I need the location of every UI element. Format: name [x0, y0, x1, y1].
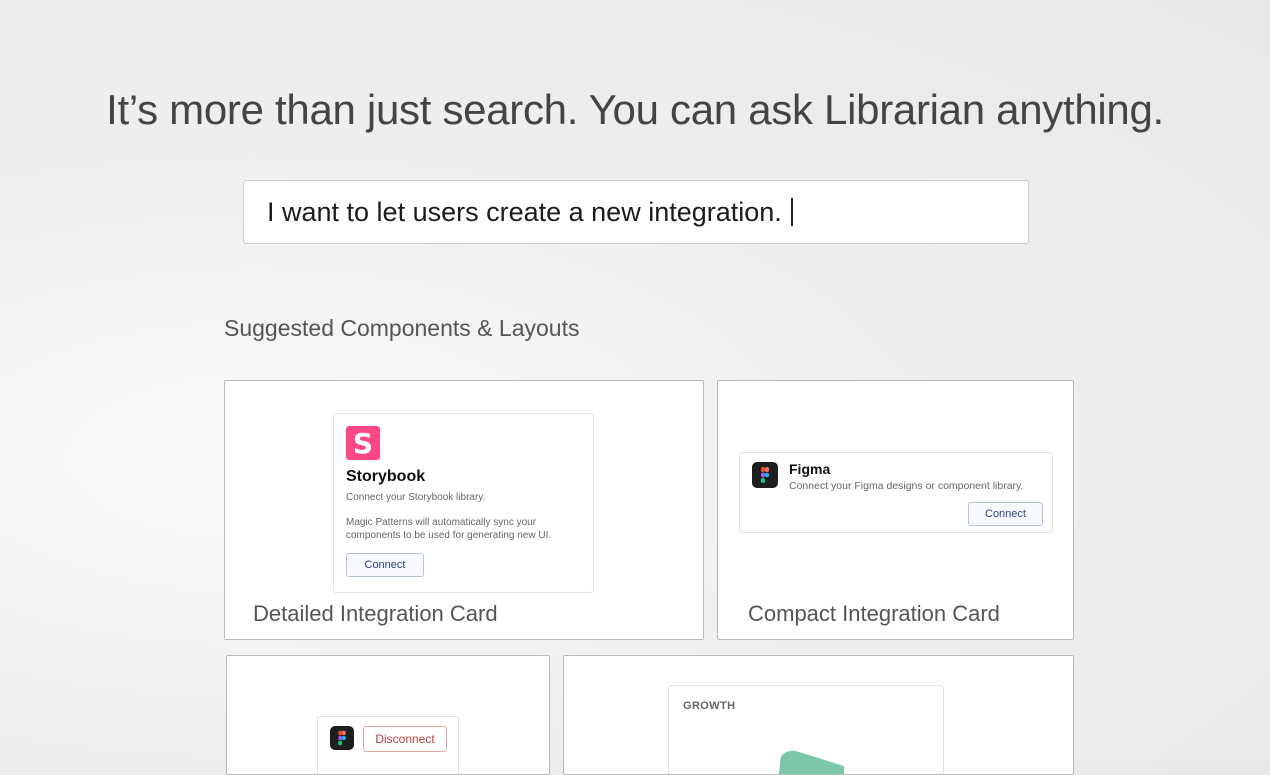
section-title: Suggested Components & Layouts	[224, 315, 580, 341]
figma-subtitle: Connect your Figma designs or component …	[789, 480, 1024, 492]
figma-preview: Figma Connect your Figma designs or comp…	[739, 452, 1053, 533]
storybook-description-line: Magic Patterns will automatically sync y…	[346, 517, 537, 528]
text-caret	[790, 198, 793, 226]
growth-card[interactable]: GROWTH	[563, 655, 1074, 775]
storybook-icon: S	[346, 426, 380, 460]
storybook-description: Magic Patterns will automatically sync y…	[346, 516, 581, 542]
page-headline: It’s more than just search. You can ask …	[106, 86, 1164, 133]
storybook-description-line: components to be used for generating new…	[346, 530, 552, 541]
search-input[interactable]: I want to let users create a new integra…	[243, 180, 1029, 244]
figma-connect-button[interactable]: Connect	[968, 502, 1043, 526]
figma-icon	[330, 726, 354, 750]
figma-title: Figma	[789, 461, 831, 477]
storybook-subtitle: Connect your Storybook library.	[346, 492, 486, 503]
growth-preview: GROWTH	[668, 685, 944, 774]
search-input-value: I want to let users create a new integra…	[267, 196, 782, 227]
disconnect-button[interactable]: Disconnect	[363, 726, 447, 752]
storybook-connect-button[interactable]: Connect	[346, 553, 424, 577]
disconnect-card[interactable]: Disconnect	[226, 655, 550, 775]
figma-icon	[752, 462, 778, 488]
card-label: Compact Integration Card	[748, 601, 1000, 626]
detailed-integration-card[interactable]: S Storybook Connect your Storybook libra…	[224, 380, 704, 640]
card-label: Detailed Integration Card	[253, 601, 498, 626]
compact-integration-card[interactable]: Figma Connect your Figma designs or comp…	[717, 380, 1074, 640]
disconnect-preview: Disconnect	[317, 716, 459, 774]
storybook-title: Storybook	[346, 468, 426, 485]
growth-chart-shape	[778, 750, 844, 774]
storybook-preview: S Storybook Connect your Storybook libra…	[333, 413, 594, 593]
